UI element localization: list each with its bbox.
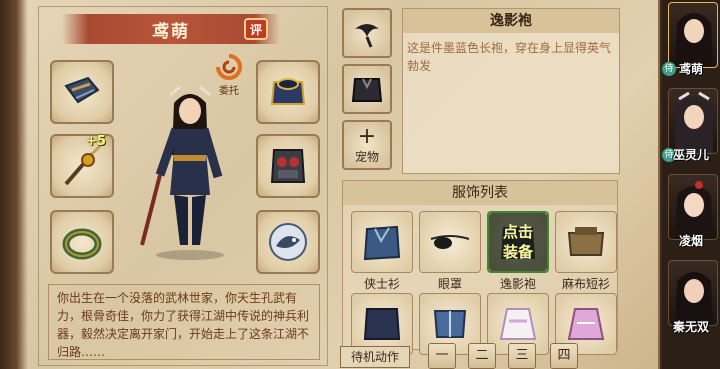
character-panel: 鸢萌 评 +5 委托 你出生在一个没落的武林世家，你天生孔武有力，根骨奇佳，你力… [0,0,660,369]
roster-item[interactable]: 侍 鸢萌 [662,0,720,84]
pet-slot[interactable]: + 宠物 [342,120,392,170]
ring-icon [62,228,102,260]
page-button-2[interactable]: 二 [468,343,496,369]
roster-name: 巫灵儿 [672,148,709,162]
chest-plate-icon [270,149,306,183]
blue-robe-icon [363,225,401,261]
accessory-slot[interactable] [256,210,320,274]
avatar [668,2,718,68]
roster-name: 鸢萌 [678,62,703,76]
costume-item[interactable] [555,211,617,273]
equip-line2: 装备 [502,243,533,261]
outfit-slot[interactable] [342,64,392,114]
hair-icon [355,24,379,48]
eyepatch-icon [430,235,470,249]
character-bio: 你出生在一个没落的武林世家，你天生孔武有力，根骨奇佳，你力了获得江湖中传说的神兵… [48,284,320,360]
costume-name: 侠士衫 [363,277,400,291]
item-title: 逸影袍 [403,9,619,33]
equip-line1: 点击 [502,223,533,241]
bracer-slot[interactable] [50,60,114,124]
weapon-bonus: +5 [86,134,106,149]
brown-shirt-icon [567,227,605,256]
costume-name: 逸影袍 [499,277,536,291]
page-button-1[interactable]: 一 [428,343,456,369]
roster-item[interactable]: 侍 巫灵儿 [662,86,720,170]
roster-name: 凌烟 [678,234,703,248]
avatar [668,88,718,154]
sword-icon [64,144,102,186]
costume-name: 眼罩 [437,277,462,291]
roster-name: 秦无双 [672,320,709,334]
rate-button[interactable]: 评 [244,18,268,40]
blue-vest-icon [433,310,467,338]
costume-item[interactable] [419,211,481,273]
avatar [668,174,718,240]
costume-list-title: 服饰列表 [343,181,617,205]
fish-charm-icon [269,223,307,261]
roster-item[interactable]: 秦无双 [662,258,720,342]
avatar [668,260,718,326]
plus-icon: + [357,123,377,149]
character-figure [140,85,224,260]
page-button-3[interactable]: 三 [508,343,536,369]
costume-list: 服饰列表 点击 装备 侠士衫 眼罩 逸影袍 麻布短衫 [342,180,618,355]
roster-item[interactable]: 凌烟 [662,172,720,256]
equip-button[interactable]: 点击 装备 [489,213,547,271]
page-button-4[interactable]: 四 [550,343,578,369]
ring-slot[interactable] [50,210,114,274]
costume-item[interactable] [351,211,413,273]
armor-icon [270,78,306,105]
armor-slot[interactable] [256,60,320,124]
item-detail: 逸影袍 这是件墨蓝色长袍，穿在身上显得英气勃发 [402,8,620,174]
bracer-icon [64,76,100,104]
navy-robe-icon [363,308,401,340]
item-description: 这是件墨蓝色长袍，穿在身上显得英气勃发 [407,41,612,73]
costume-item[interactable]: 点击 装备 [487,211,549,273]
character-name: 鸢萌 [152,21,190,42]
character-roster: 侍 鸢萌 侍 巫灵儿 凌烟 秦无双 [662,0,720,369]
pet-label: 宠物 [354,149,379,164]
pink-dress-icon [567,308,605,340]
chest-slot[interactable] [256,134,320,198]
white-dress-icon [499,308,537,340]
idle-action-label: 待机动作 [340,346,410,368]
hair-slot[interactable] [342,8,392,58]
swirl-icon [216,54,242,80]
outfit-icon [351,78,383,102]
costume-name: 麻布短衫 [561,277,610,291]
